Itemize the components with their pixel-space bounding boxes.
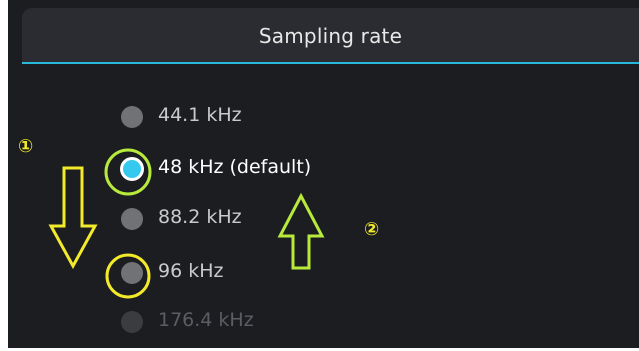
radio-button[interactable] — [121, 262, 143, 284]
option-48-khz[interactable]: 48 kHz (default) — [116, 153, 436, 187]
annotation-marker-2: ② — [364, 219, 380, 240]
option-label: 44.1 kHz — [158, 104, 242, 126]
option-label: 96 kHz — [158, 260, 224, 282]
option-96-khz[interactable]: 96 kHz — [116, 257, 436, 291]
header-bar: Sampling rate — [22, 8, 639, 64]
option-label: 48 kHz (default) — [158, 156, 312, 178]
annotation-marker-1: ① — [18, 136, 34, 157]
option-label: 88.2 kHz — [158, 206, 242, 228]
sampling-rate-screen: Sampling rate 44.1 kHz 48 kHz (default) … — [8, 0, 639, 348]
page-title: Sampling rate — [258, 24, 403, 48]
option-44-1-khz[interactable]: 44.1 kHz — [116, 101, 436, 135]
radio-button[interactable] — [121, 106, 143, 128]
radio-button-selected[interactable] — [123, 160, 141, 178]
radio-button[interactable] — [121, 208, 143, 230]
option-label: 176.4 kHz — [158, 309, 254, 331]
option-88-2-khz[interactable]: 88.2 kHz — [116, 203, 436, 237]
radio-button[interactable] — [121, 311, 143, 333]
option-176-4-khz[interactable]: 176.4 kHz — [116, 306, 436, 340]
